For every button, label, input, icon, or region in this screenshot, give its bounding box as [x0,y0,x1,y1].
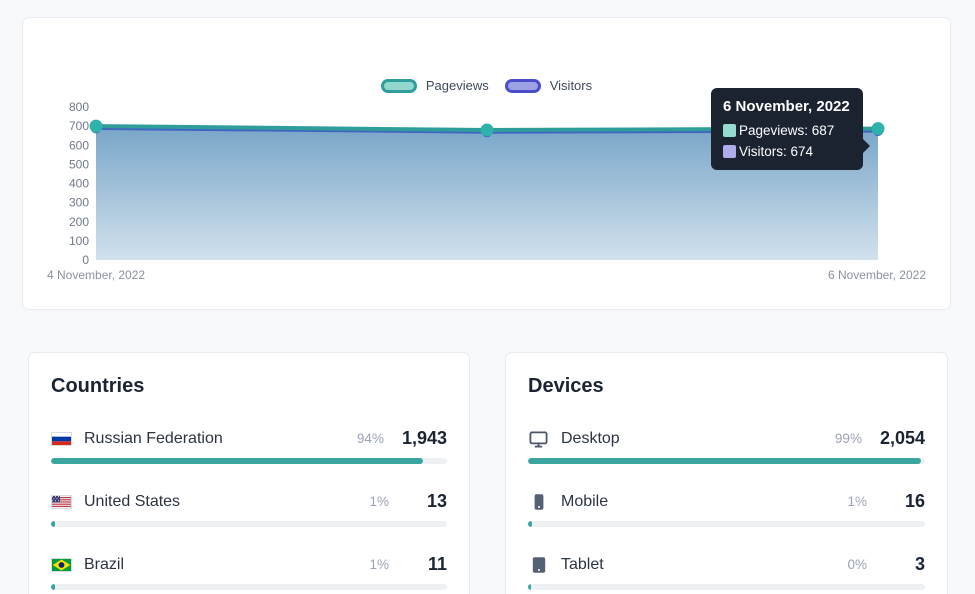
progress-bar-fill [51,584,55,590]
progress-bar-fill [528,521,532,527]
item-value: 16 [885,491,925,512]
countries-card: Countries Russian Federation 94% 1,943 U… [28,352,470,594]
pageviews-swatch-icon [381,79,417,93]
item-value: 13 [407,491,447,512]
list-item[interactable]: United States 1% 13 [51,491,447,527]
traffic-chart-card: 800 700 600 500 400 300 200 100 0 Pageviews Visi… [22,17,951,310]
progress-bar [51,584,447,590]
svg-text:500: 500 [69,157,89,171]
item-value: 1,943 [402,428,447,449]
item-percent: 1% [847,494,867,509]
tablet-icon [528,557,549,573]
item-percent: 1% [369,557,389,572]
progress-bar [51,458,447,464]
flag-us-icon [51,494,72,510]
list-item[interactable]: Tablet 0% 3 [528,554,925,590]
item-label: United States [84,493,180,511]
legend-item-pageviews[interactable]: Pageviews [381,78,489,93]
desktop-icon [528,431,549,447]
tooltip-visitors-value: Visitors: 674 [739,144,813,159]
list-item[interactable]: Desktop 99% 2,054 [528,428,925,464]
countries-title: Countries [51,375,447,398]
analytics-dashboard: 800 700 600 500 400 300 200 100 0 Pageviews Visi… [0,0,975,594]
item-percent: 0% [847,557,867,572]
svg-text:400: 400 [69,177,89,191]
list-item[interactable]: Brazil 1% 11 [51,554,447,590]
item-percent: 94% [357,431,384,446]
legend-label: Visitors [550,78,592,93]
progress-bar-fill [51,521,55,527]
item-value: 3 [885,554,925,575]
svg-text:800: 800 [69,100,89,114]
progress-bar [528,521,925,527]
item-label: Tablet [561,556,604,574]
svg-text:600: 600 [69,138,89,152]
item-label: Russian Federation [84,430,223,448]
svg-text:700: 700 [69,119,89,133]
legend-label: Pageviews [426,78,489,93]
svg-text:100: 100 [69,234,89,248]
pageviews-swatch-icon [723,124,736,137]
item-value: 11 [407,554,447,575]
progress-bar [528,458,925,464]
item-label: Brazil [84,556,124,574]
visitors-swatch-icon [723,145,736,158]
progress-bar-fill [51,458,423,464]
svg-text:200: 200 [69,215,89,229]
flag-russia-icon [51,431,72,447]
progress-bar-fill [528,458,921,464]
legend-item-visitors[interactable]: Visitors [505,78,592,93]
item-percent: 1% [369,494,389,509]
tooltip-row-pageviews: Pageviews: 687 [723,123,851,138]
svg-text:0: 0 [82,253,89,267]
x-axis-label-start: 4 November, 2022 [47,268,145,282]
devices-list: Desktop 99% 2,054 Mobile 1% 16 Tablet 0%… [528,428,925,590]
tooltip-date: 6 November, 2022 [723,98,851,115]
visitors-swatch-icon [505,79,541,93]
devices-title: Devices [528,375,925,398]
countries-list: Russian Federation 94% 1,943 United Stat… [51,428,447,590]
devices-card: Devices Desktop 99% 2,054 Mobile 1% 16 T… [505,352,948,594]
progress-bar [528,584,925,590]
chart-tooltip: 6 November, 2022 Pageviews: 687 Visitors… [711,88,863,170]
svg-text:300: 300 [69,196,89,210]
mobile-icon [528,494,549,510]
x-axis-label-end: 6 November, 2022 [828,268,926,282]
item-label: Desktop [561,430,620,448]
tooltip-pageviews-value: Pageviews: 687 [739,123,834,138]
tooltip-row-visitors: Visitors: 674 [723,144,851,159]
progress-bar [51,521,447,527]
item-percent: 99% [835,431,862,446]
item-label: Mobile [561,493,608,511]
item-value: 2,054 [880,428,925,449]
list-item[interactable]: Russian Federation 94% 1,943 [51,428,447,464]
list-item[interactable]: Mobile 1% 16 [528,491,925,527]
progress-bar-fill [528,584,531,590]
flag-brazil-icon [51,557,72,573]
